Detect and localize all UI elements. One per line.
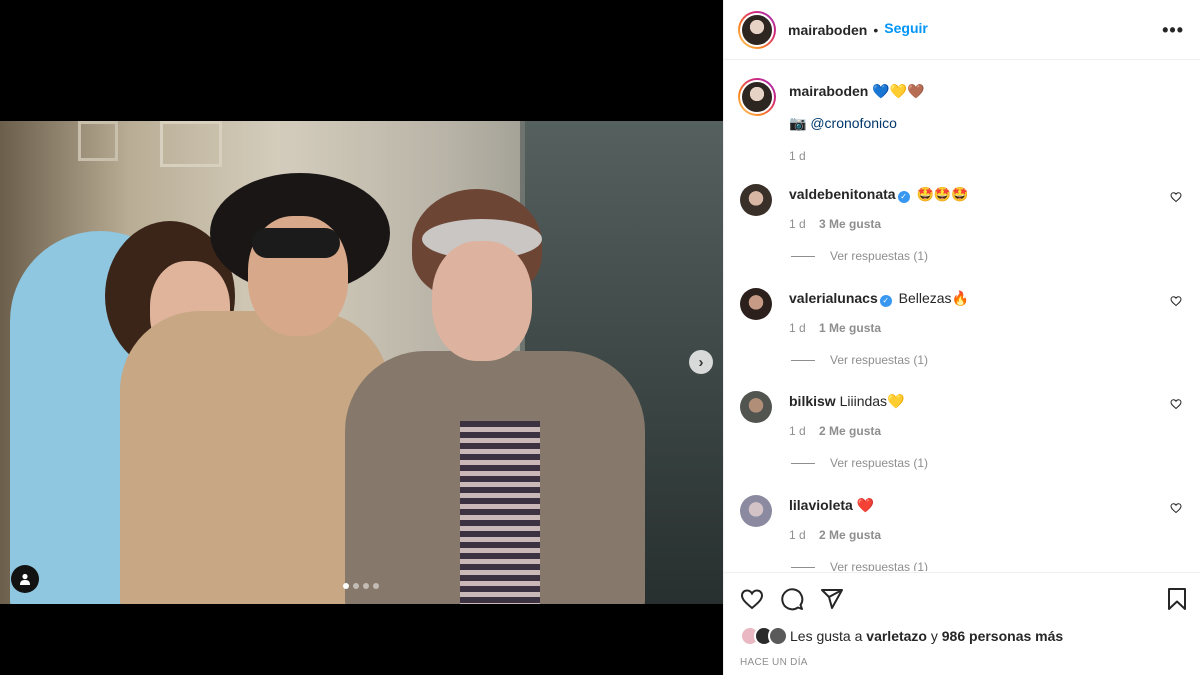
view-replies-label: Ver respuestas (1) [830,456,929,470]
comment-text: ❤️ [856,497,875,513]
likes-connector: y [930,628,938,644]
comment-time[interactable]: 1 d [789,321,806,335]
verified-icon: ✓ [897,191,910,203]
comment-likes[interactable]: 1 Me gusta [819,321,881,335]
likes-user-link[interactable]: varletazo [866,628,927,644]
comment-avatar[interactable] [740,184,772,216]
carousel-dots [343,583,379,589]
view-replies-label: Ver respuestas (1) [830,353,929,367]
photo-sunglasses [252,228,340,258]
view-replies-button[interactable]: Ver respuestas (1) [791,560,928,571]
comment-time[interactable]: 1 d [789,424,806,438]
comments-list[interactable]: mairaboden 💙💛🤎 📷 @cronofonico 1 d valdeb… [724,61,1200,571]
comment-username[interactable]: valdebenitonata [789,186,896,202]
likes-others-link[interactable]: 986 personas más [942,628,1063,644]
user-tag-icon [20,573,30,585]
view-replies-button[interactable]: Ver respuestas (1) [791,456,928,470]
header-separator: • [873,21,879,38]
comment-likes[interactable]: 2 Me gusta [819,424,881,438]
comment-text: 🤩🤩🤩 [916,186,969,202]
photo-face [432,241,532,361]
likes-prefix: Les gusta a [790,628,863,644]
comment-text: Bellezas🔥 [898,290,969,306]
chevron-right-icon: › [698,353,704,371]
caption-username[interactable]: mairaboden [789,83,868,99]
view-replies-button[interactable]: Ver respuestas (1) [791,353,928,367]
post-timestamp[interactable]: HACE UN DÍA [740,657,808,668]
post-media: › [0,0,723,675]
carousel-dot [363,583,369,589]
heart-icon[interactable] [1170,502,1182,514]
view-replies-label: Ver respuestas (1) [830,560,929,571]
heart-icon[interactable] [1170,398,1182,410]
user-tags-button[interactable] [11,565,39,593]
heart-icon[interactable] [1170,191,1182,203]
caption-avatar[interactable] [738,78,776,116]
comment-time[interactable]: 1 d [789,217,806,231]
photo-striped-shirt [460,421,540,604]
carousel-dot [343,583,349,589]
view-replies-label: Ver respuestas (1) [830,249,929,263]
comment-username[interactable]: lilavioleta [789,497,853,513]
caption-mention-link[interactable]: @cronofonico [810,115,897,131]
heart-icon[interactable] [1170,295,1182,307]
comment-username[interactable]: valerialunacs [789,290,878,306]
comment-icon[interactable] [780,587,804,611]
view-replies-button[interactable]: Ver respuestas (1) [791,249,928,263]
post-side-panel: mairaboden • Seguir ••• mairaboden 💙💛🤎 📷… [723,0,1200,675]
comment-avatar[interactable] [740,391,772,423]
comment-likes[interactable]: 3 Me gusta [819,217,881,231]
caption-emojis: 💙💛🤎 [872,83,925,99]
share-icon[interactable] [820,587,844,611]
comment-item: lilavioleta ❤️ 1 d 2 Me gusta Ver respue… [740,495,1185,571]
verified-icon: ✓ [879,295,892,307]
post-actions: Les gusta a varletazo y 986 personas más… [724,572,1200,675]
likes-summary: Les gusta a varletazo y 986 personas más [740,626,1063,646]
next-image-button[interactable]: › [689,350,713,374]
comment-avatar[interactable] [740,495,772,527]
carousel-dot [353,583,359,589]
post-photo[interactable] [0,121,723,604]
photo-frame [160,121,222,167]
comment-item: valerialunacs ✓ Bellezas🔥 1 d 1 Me gusta … [740,288,1185,388]
post-header: mairaboden • Seguir ••• [724,0,1200,60]
camera-icon: 📷 [789,115,807,131]
comment-time[interactable]: 1 d [789,528,806,542]
comment-item: valdebenitonata ✓ 🤩🤩🤩 1 d 3 Me gusta Ver … [740,184,1185,284]
bookmark-icon[interactable] [1165,587,1189,611]
follow-button[interactable]: Seguir [884,20,928,36]
author-avatar[interactable] [738,10,776,49]
like-heart-icon[interactable] [740,587,764,611]
comment-item: bilkisw Liiindas💛 1 d 2 Me gusta Ver res… [740,391,1185,491]
comment-username[interactable]: bilkisw [789,393,836,409]
more-options-icon[interactable]: ••• [1162,20,1184,41]
comment-text: Liiindas💛 [839,393,905,409]
photo-frame [78,121,118,161]
comment-avatar[interactable] [740,288,772,320]
liker-avatars [740,626,788,646]
carousel-dot [373,583,379,589]
comment-likes[interactable]: 2 Me gusta [819,528,881,542]
caption-time[interactable]: 1 d [789,149,1169,163]
author-username[interactable]: mairaboden [788,22,867,38]
